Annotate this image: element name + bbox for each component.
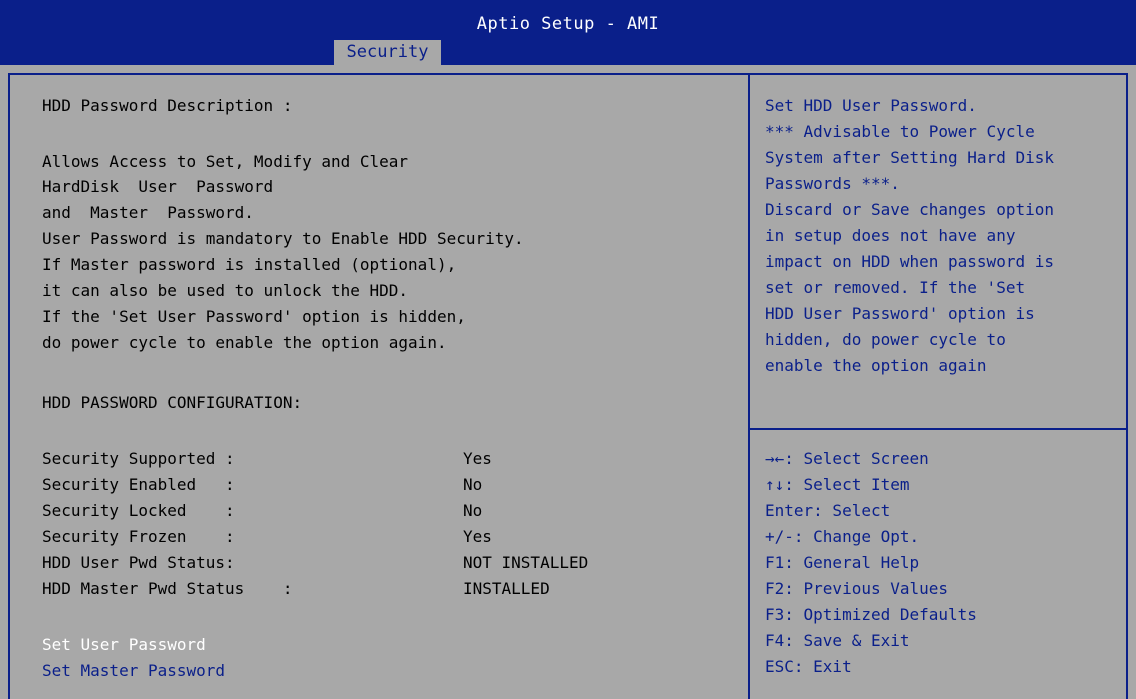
help-line: Passwords ***.: [765, 174, 900, 193]
config-value-user-pwd-status: NOT INSTALLED: [463, 553, 589, 572]
key-select-screen: →←: Select Screen: [765, 449, 929, 468]
key-save-exit: F4: Save & Exit: [765, 631, 910, 650]
key-optimized-defaults: F3: Optimized Defaults: [765, 605, 977, 624]
key-enter-select: Enter: Select: [765, 501, 891, 520]
description-line: Allows Access to Set, Modify and Clear: [42, 152, 409, 171]
config-label-user-pwd-status: HDD User Pwd Status:: [42, 553, 235, 572]
config-label-security-frozen: Security Frozen :: [42, 527, 235, 546]
config-value-master-pwd-status: INSTALLED: [463, 579, 550, 598]
help-line: Discard or Save changes option: [765, 200, 1054, 219]
app-title: Aptio Setup - AMI: [476, 14, 660, 34]
key-general-help: F1: General Help: [765, 553, 920, 572]
config-value-security-frozen: Yes: [463, 527, 492, 546]
help-line: hidden, do power cycle to: [765, 330, 1006, 349]
help-line: System after Setting Hard Disk: [765, 148, 1054, 167]
help-divider: [750, 428, 1128, 430]
help-line: impact on HDD when password is: [765, 252, 1054, 271]
tab-strip: [0, 65, 1136, 73]
config-value-security-locked: No: [463, 501, 483, 520]
title-bar: Aptio Setup - AMI Security: [0, 0, 1136, 65]
panel-divider: [748, 73, 750, 699]
description-heading: HDD Password Description :: [42, 96, 293, 115]
description-line: If the 'Set User Password' option is hid…: [42, 307, 466, 326]
help-line: in setup does not have any: [765, 226, 1016, 245]
description-line: and Master Password.: [42, 203, 254, 222]
key-change-opt: +/-: Change Opt.: [765, 527, 920, 546]
set-user-password-option[interactable]: Set User Password: [42, 635, 206, 655]
help-line: HDD User Password' option is: [765, 304, 1035, 323]
description-line: User Password is mandatory to Enable HDD…: [42, 229, 524, 248]
help-line: enable the option again: [765, 356, 987, 375]
config-label-master-pwd-status: HDD Master Pwd Status :: [42, 579, 293, 598]
description-line: do power cycle to enable the option agai…: [42, 333, 447, 352]
config-label-security-supported: Security Supported :: [42, 449, 235, 468]
config-label-security-locked: Security Locked :: [42, 501, 235, 520]
description-line: it can also be used to unlock the HDD.: [42, 281, 409, 300]
description-line: HardDisk User Password: [42, 177, 274, 196]
key-previous-values: F2: Previous Values: [765, 579, 949, 598]
set-master-password-option[interactable]: Set Master Password: [42, 661, 225, 681]
key-esc-exit: ESC: Exit: [765, 657, 852, 676]
help-line: *** Advisable to Power Cycle: [765, 122, 1035, 141]
help-line: set or removed. If the 'Set: [765, 278, 1026, 297]
tab-security[interactable]: Security: [334, 40, 441, 65]
config-value-security-enabled: No: [463, 475, 483, 494]
help-line: Set HDD User Password.: [765, 96, 977, 115]
config-label-security-enabled: Security Enabled :: [42, 475, 235, 494]
config-heading: HDD PASSWORD CONFIGURATION:: [42, 393, 303, 412]
config-value-security-supported: Yes: [463, 449, 492, 468]
key-select-item: ↑↓: Select Item: [765, 475, 910, 494]
description-line: If Master password is installed (optiona…: [42, 255, 457, 274]
